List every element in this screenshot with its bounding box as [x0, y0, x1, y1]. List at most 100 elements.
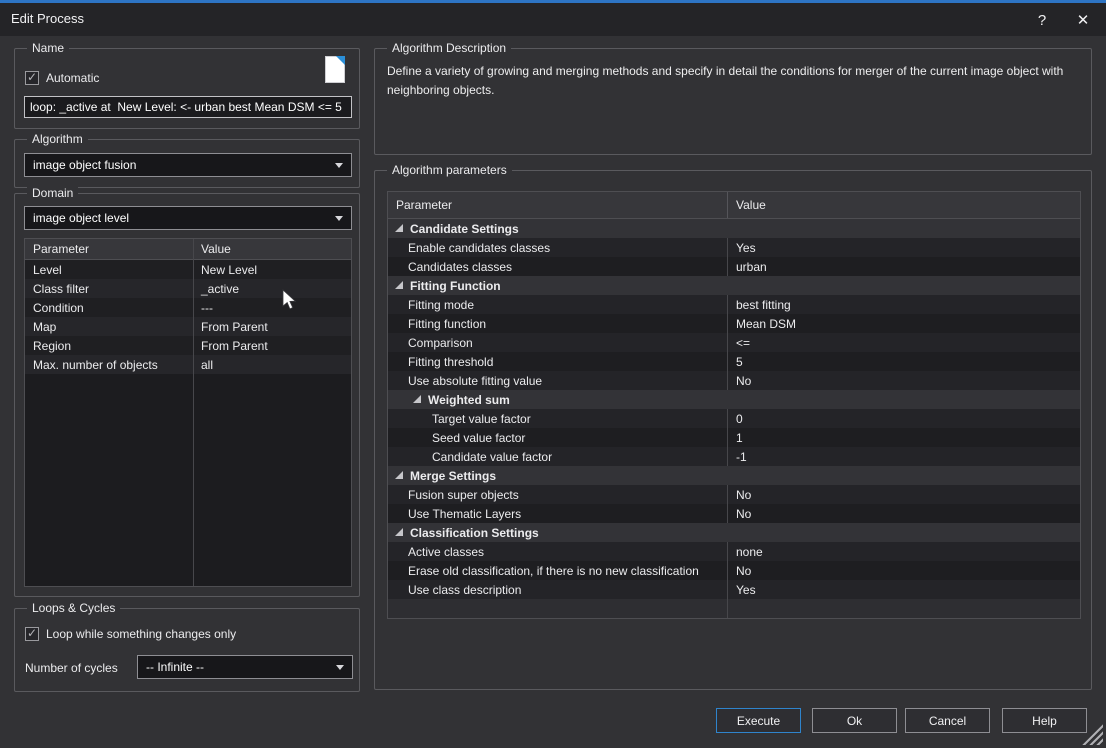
loop-checkbox[interactable]: ✓ [25, 627, 39, 641]
domain-table-row[interactable]: LevelNew Level [25, 260, 351, 279]
domain-dropdown-value: image object level [33, 211, 129, 225]
expanded-triangle-icon[interactable] [395, 528, 403, 536]
loop-checkbox-label: Loop while something changes only [46, 627, 236, 641]
parameter-row[interactable]: Fusion super objectsNo [388, 485, 1080, 504]
parameter-name: Fitting mode [388, 295, 728, 314]
process-name-input[interactable] [24, 96, 352, 118]
column-divider[interactable] [193, 239, 194, 586]
number-of-cycles-dropdown[interactable]: -- Infinite -- [137, 655, 353, 679]
chevron-down-icon [336, 665, 344, 670]
parameter-value[interactable]: 0 [728, 409, 1080, 428]
parameter-value[interactable]: 1 [728, 428, 1080, 447]
parameter-value[interactable]: <= [728, 333, 1080, 352]
algorithm-parameters-table: Parameter Value Candidate SettingsEnable… [387, 191, 1081, 619]
domain-group-label: Domain [27, 186, 78, 200]
mouse-cursor [282, 289, 298, 312]
domain-table-row[interactable]: Condition--- [25, 298, 351, 317]
parameter-row[interactable]: Fitting functionMean DSM [388, 314, 1080, 333]
execute-button[interactable]: Execute [716, 708, 801, 733]
parameter-value[interactable]: No [728, 485, 1080, 504]
parameter-name: Target value factor [388, 409, 728, 428]
automatic-checkbox[interactable]: ✓ [25, 71, 39, 85]
parameter-section-row[interactable]: Merge Settings [388, 466, 1080, 485]
parameters-table-body: Candidate Settings Enable candidates clas… [388, 219, 1080, 618]
algorithm-parameters-label: Algorithm parameters [387, 163, 512, 177]
parameter-section-row[interactable]: Classification Settings [388, 523, 1080, 542]
parameter-row[interactable]: Use Thematic LayersNo [388, 504, 1080, 523]
domain-param-value[interactable]: From Parent [193, 339, 351, 353]
parameter-section-label: Candidate Settings [410, 222, 519, 236]
parameter-value[interactable]: No [728, 371, 1080, 390]
domain-param-value[interactable]: New Level [193, 263, 351, 277]
domain-table-row[interactable]: Max. number of objectsall [25, 355, 351, 374]
parameter-row[interactable]: Target value factor0 [388, 409, 1080, 428]
parameter-value[interactable]: Yes [728, 238, 1080, 257]
chevron-down-icon [335, 163, 343, 168]
expanded-triangle-icon[interactable] [395, 281, 403, 289]
parameter-value[interactable]: Mean DSM [728, 314, 1080, 333]
parameter-value[interactable]: -1 [728, 447, 1080, 466]
domain-table-row[interactable]: Class filter_active [25, 279, 351, 298]
parameter-row[interactable]: Use absolute fitting valueNo [388, 371, 1080, 390]
parameter-row[interactable]: Fitting modebest fitting [388, 295, 1080, 314]
parameter-row[interactable]: Candidate value factor-1 [388, 447, 1080, 466]
parameters-header-parameter: Parameter [388, 192, 728, 218]
parameter-value[interactable]: 5 [728, 352, 1080, 371]
cancel-button[interactable]: Cancel [905, 708, 990, 733]
document-icon[interactable] [325, 56, 345, 83]
domain-table-empty-area [25, 374, 351, 586]
help-button[interactable]: Help [1002, 708, 1087, 733]
domain-table-row[interactable]: MapFrom Parent [25, 317, 351, 336]
parameter-section-label: Fitting Function [410, 279, 501, 293]
loops-cycles-group: Loops & Cycles ✓ Loop while something ch… [14, 608, 360, 692]
parameter-row[interactable]: Erase old classification, if there is no… [388, 561, 1080, 580]
expanded-triangle-icon[interactable] [413, 395, 421, 403]
algorithm-description-group: Algorithm Description Define a variety o… [374, 48, 1092, 155]
edit-process-dialog: Edit Process ? ✕ Name ✓ Automatic Algori… [0, 0, 1106, 748]
parameter-row[interactable]: Use class descriptionYes [388, 580, 1080, 599]
parameter-name [388, 599, 728, 618]
help-icon[interactable]: ? [1029, 8, 1055, 32]
loop-checkbox-row[interactable]: ✓ Loop while something changes only [25, 627, 236, 641]
parameter-value[interactable]: No [728, 504, 1080, 523]
parameter-empty-row[interactable] [388, 599, 1080, 618]
parameter-row[interactable]: Comparison<= [388, 333, 1080, 352]
expanded-triangle-icon[interactable] [395, 224, 403, 232]
automatic-checkbox-label: Automatic [46, 71, 99, 85]
domain-param-value[interactable]: --- [193, 301, 351, 315]
parameter-name: Fitting function [388, 314, 728, 333]
ok-button[interactable]: Ok [812, 708, 897, 733]
domain-param-value[interactable]: From Parent [193, 320, 351, 334]
parameter-value[interactable]: none [728, 542, 1080, 561]
parameter-row[interactable]: Candidates classesurban [388, 257, 1080, 276]
parameter-row[interactable]: Fitting threshold5 [388, 352, 1080, 371]
domain-dropdown[interactable]: image object level [24, 206, 352, 230]
parameter-row[interactable]: Seed value factor1 [388, 428, 1080, 447]
parameter-name: Use class description [388, 580, 728, 599]
automatic-checkbox-row[interactable]: ✓ Automatic [25, 71, 99, 85]
close-icon[interactable]: ✕ [1070, 8, 1096, 32]
parameter-section-row[interactable]: Candidate Settings [388, 219, 1080, 238]
title-bar[interactable]: Edit Process ? ✕ [0, 3, 1106, 36]
parameter-row[interactable]: Enable candidates classesYes [388, 238, 1080, 257]
parameter-section-cell: Candidate Settings [388, 222, 519, 236]
parameter-section-row[interactable]: Weighted sum [388, 390, 1080, 409]
parameter-name: Seed value factor [388, 428, 728, 447]
domain-table-row[interactable]: RegionFrom Parent [25, 336, 351, 355]
parameter-section-row[interactable]: Fitting Function [388, 276, 1080, 295]
algorithm-dropdown[interactable]: image object fusion [24, 153, 352, 177]
parameter-name: Enable candidates classes [388, 238, 728, 257]
domain-param-value[interactable]: all [193, 358, 351, 372]
parameter-value[interactable]: urban [728, 257, 1080, 276]
parameter-value[interactable]: best fitting [728, 295, 1080, 314]
algorithm-dropdown-value: image object fusion [33, 158, 136, 172]
parameter-value[interactable]: No [728, 561, 1080, 580]
domain-param-name: Class filter [25, 282, 193, 296]
parameter-row[interactable]: Active classesnone [388, 542, 1080, 561]
parameter-value[interactable]: Yes [728, 580, 1080, 599]
domain-param-value[interactable]: _active [193, 282, 351, 296]
expanded-triangle-icon[interactable] [395, 471, 403, 479]
parameter-section-cell: Classification Settings [388, 526, 539, 540]
parameter-section-cell: Fitting Function [388, 279, 501, 293]
parameter-name: Candidates classes [388, 257, 728, 276]
